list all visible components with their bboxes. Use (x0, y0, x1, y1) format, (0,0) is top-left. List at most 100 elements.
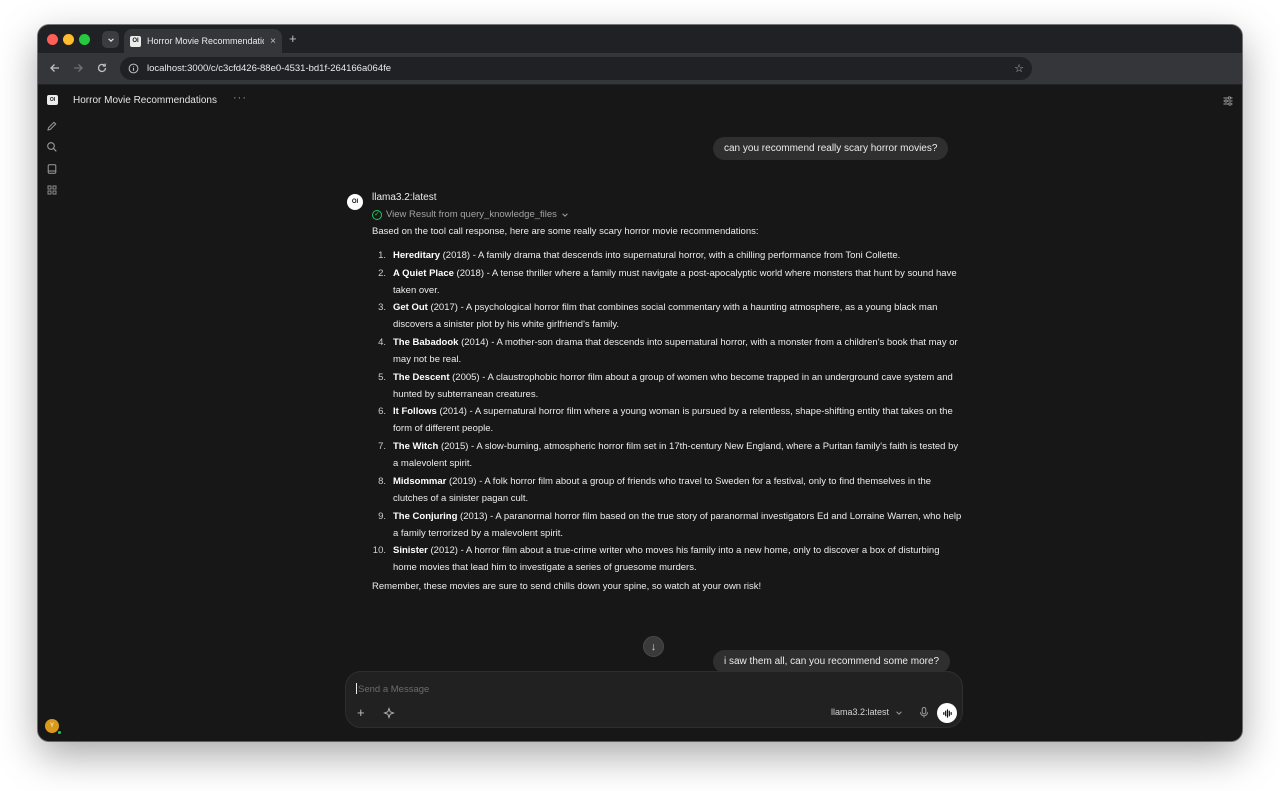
maximize-window-button[interactable] (79, 34, 90, 45)
scroll-to-bottom-button[interactable]: ↓ (643, 636, 664, 657)
sliders-icon (1223, 96, 1233, 106)
movie-description: (2018) - A tense thriller where a family… (393, 267, 957, 296)
favicon-icon: OI (130, 35, 141, 47)
minimize-window-button[interactable] (63, 34, 74, 45)
check-circle-icon: ✓ (372, 209, 382, 220)
pencil-icon (47, 121, 57, 131)
chat-menu-button[interactable]: ··· (233, 92, 247, 104)
movie-description: (2019) - A folk horror film about a grou… (393, 475, 932, 504)
list-number: 2. (378, 267, 386, 279)
movie-description: (2018) - A family drama that descends in… (440, 250, 901, 261)
app-area: OI Y Horror Movie Recommendations ··· ca… (38, 85, 1242, 741)
list-number: 7. (378, 441, 386, 453)
forward-button[interactable] (72, 62, 84, 76)
apps-icon[interactable] (46, 183, 58, 195)
tools-button[interactable] (383, 707, 395, 719)
new-chat-icon[interactable] (46, 119, 58, 131)
browser-window: OI Horror Movie Recommendatio × + localh… (38, 25, 1242, 741)
model-selector[interactable]: llama3.2:latest (831, 707, 903, 717)
assistant-outro: Remember, these movies are sure to send … (372, 581, 762, 592)
movie-title: Hereditary (393, 250, 440, 261)
movie-title: It Follows (393, 406, 437, 418)
list-item: 6. It Follows (2014) - A supernatural hor… (372, 403, 962, 437)
movie-description: (2012) - A horror film about a true-crim… (393, 545, 940, 574)
bookmark-star-icon[interactable]: ☆ (1014, 62, 1024, 75)
message-composer: Send a Message + llama3.2:latest (345, 671, 963, 728)
magnifier-icon (47, 142, 57, 152)
address-bar[interactable]: localhost:3000/c/c3cfd426-88e0-4531-bd1f… (120, 57, 1032, 80)
movie-description: (2014) - A mother-son drama that descend… (393, 337, 958, 366)
browser-tab-active[interactable]: OI Horror Movie Recommendatio × (124, 29, 282, 53)
tool-result-label: View Result from query_knowledge_files (386, 209, 557, 220)
list-number: 5. (378, 371, 386, 383)
sparkle-icon (383, 707, 395, 719)
list-item: 9. The Conjuring (2013) - A paranormal ho… (372, 508, 962, 542)
list-item: 7. The Witch (2015) - A slow-burning, atm… (372, 438, 962, 472)
site-info-icon[interactable] (128, 63, 139, 74)
waveform-icon (942, 708, 952, 718)
microphone-icon (920, 707, 928, 718)
tool-result-toggle[interactable]: ✓ View Result from query_knowledge_files (372, 209, 569, 220)
movie-title: Midsommar (393, 475, 447, 487)
list-number: 9. (378, 510, 386, 522)
reload-icon (97, 63, 107, 73)
movie-description: (2014) - A supernatural horror film wher… (393, 406, 953, 435)
movie-title: Sinister (393, 545, 428, 557)
workspace-icon[interactable] (46, 162, 58, 174)
movie-title: The Descent (393, 371, 450, 383)
user-message-2: i saw them all, can you recommend some m… (713, 650, 951, 673)
reload-button[interactable] (96, 62, 108, 76)
assistant-intro: Based on the tool call response, here ar… (372, 226, 759, 237)
movie-description: (2013) - A paranormal horror film based … (393, 510, 962, 539)
list-item: 5. The Descent (2005) - A claustrophobic … (372, 369, 962, 403)
add-attachment-button[interactable]: + (357, 706, 369, 719)
list-number: 3. (378, 302, 386, 314)
arrow-left-icon (50, 64, 59, 72)
book-icon (47, 164, 57, 174)
tab-search-button[interactable] (102, 31, 119, 48)
movie-description: (2005) - A claustrophobic horror film ab… (393, 371, 953, 400)
text-caret (356, 683, 357, 694)
assistant-model-name: llama3.2:latest (372, 192, 437, 203)
tab-close-icon[interactable]: × (270, 36, 276, 47)
list-number: 1. (378, 250, 386, 261)
message-placeholder: Send a Message (358, 684, 430, 695)
chevron-down-icon (107, 37, 114, 42)
list-number: 10. (372, 545, 386, 557)
chat-title: Horror Movie Recommendations (73, 95, 217, 106)
new-tab-button[interactable]: + (289, 31, 297, 46)
user-message-1: can you recommend really scary horror mo… (713, 137, 949, 160)
tab-title: Horror Movie Recommendatio (147, 36, 265, 46)
arrow-right-icon (74, 64, 83, 72)
movie-description: (2015) - A slow-burning, atmospheric hor… (393, 441, 959, 470)
list-number: 8. (378, 475, 386, 487)
grid-icon (47, 185, 57, 195)
movie-title: The Witch (393, 441, 439, 453)
movie-title: The Conjuring (393, 510, 458, 522)
online-status-dot (57, 730, 62, 735)
voice-mode-button[interactable] (937, 703, 957, 723)
chat-controls-icon[interactable] (1222, 94, 1234, 106)
list-number: 6. (378, 406, 386, 418)
list-item: 3. Get Out (2017) - A psychological horro… (372, 299, 962, 333)
list-number: 4. (378, 337, 386, 349)
chevron-down-icon (896, 711, 902, 715)
model-selector-label: llama3.2:latest (831, 707, 890, 717)
movie-title: The Babadook (393, 337, 459, 349)
list-item: 4. The Babadook (2014) - A mother-son dra… (372, 334, 962, 368)
url-text: localhost:3000/c/c3cfd426-88e0-4531-bd1f… (147, 63, 392, 74)
sidebar-rail: OI Y (38, 85, 66, 741)
movie-title: A Quiet Place (393, 267, 454, 279)
list-item: 1. Hereditary (2018) - A family drama tha… (372, 247, 962, 264)
assistant-model-logo: OI (347, 194, 363, 210)
microphone-button[interactable] (918, 706, 930, 719)
message-input[interactable]: Send a Message (356, 683, 429, 695)
chevron-down-icon (562, 212, 568, 217)
open-webui-logo[interactable]: OI (47, 95, 58, 105)
browser-toolbar: localhost:3000/c/c3cfd426-88e0-4531-bd1f… (38, 53, 1242, 85)
list-item: 10. Sinister (2012) - A horror film about… (372, 542, 962, 576)
close-window-button[interactable] (47, 34, 58, 45)
back-button[interactable] (49, 62, 61, 76)
search-icon[interactable] (46, 140, 58, 152)
list-item: 2. A Quiet Place (2018) - A tense thrille… (372, 265, 962, 299)
